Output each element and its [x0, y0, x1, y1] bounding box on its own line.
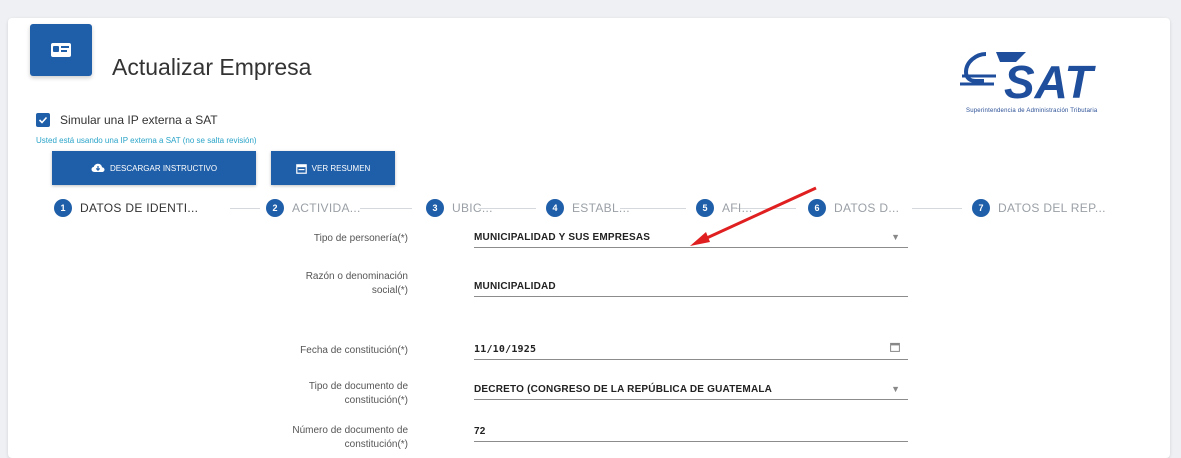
numero-documento-label: Número de documento de constitución(*): [292, 425, 408, 450]
step-label: DATOS DE IDENTI...: [80, 201, 199, 215]
tipo-personeria-value: MUNICIPALIDAD Y SUS EMPRESAS: [474, 232, 651, 243]
step-datos-identificacion[interactable]: 1 DATOS DE IDENTI...: [54, 193, 198, 223]
fecha-constitucion-value: 11/10/1925: [474, 344, 537, 355]
step-establecimiento[interactable]: 4 ESTABL...: [546, 193, 630, 223]
step-number: 2: [266, 199, 284, 217]
logo-subtitle: Superintendencia de Administración Tribu…: [966, 108, 1098, 114]
step-label: ACTIVIDA...: [292, 201, 361, 215]
step-label: ESTABL...: [572, 201, 630, 215]
razon-social-input[interactable]: MUNICIPALIDAD: [474, 273, 908, 297]
step-connector: [912, 208, 962, 209]
page-title: Actualizar Empresa: [112, 54, 312, 80]
dropdown-arrow-icon: ▼: [891, 232, 900, 242]
id-card-icon: [30, 24, 92, 76]
numero-documento-input[interactable]: 72: [474, 420, 908, 442]
checkbox-checked-icon[interactable]: [36, 113, 50, 127]
ver-resumen-button[interactable]: VER RESUMEN: [271, 151, 395, 185]
step-connector: [360, 208, 412, 209]
step-datos-representante[interactable]: 7 DATOS DEL REP...: [972, 193, 1106, 223]
cloud-download-icon: [91, 163, 105, 172]
stepper: 1 DATOS DE IDENTI... 2 ACTIVIDA... 3 UBI…: [8, 193, 1170, 223]
step-label: DATOS DEL REP...: [998, 201, 1106, 215]
row-tipo-documento: Tipo de documento de constitución(*) DEC…: [288, 378, 908, 422]
simulate-ip-label: Simular una IP externa a SAT: [60, 113, 218, 127]
step-actividad[interactable]: 2 ACTIVIDA...: [266, 193, 361, 223]
tipo-personeria-label: Tipo de personería(*): [313, 233, 408, 244]
step-label: DATOS D...: [834, 201, 900, 215]
main-card: Actualizar Empresa SAT Superintendencia …: [8, 18, 1170, 458]
fecha-constitucion-input[interactable]: 11/10/1925: [474, 338, 908, 360]
step-number: 4: [546, 199, 564, 217]
tipo-documento-label: Tipo de documento de constitución(*): [308, 381, 408, 406]
simulate-ip-checkbox[interactable]: Simular una IP externa a SAT: [36, 113, 218, 127]
step-ubicacion[interactable]: 3 UBIC...: [426, 193, 493, 223]
logo-text: SAT: [1004, 56, 1096, 108]
numero-documento-value: 72: [474, 426, 486, 437]
row-numero-documento: Número de documento de constitución(*) 7…: [288, 422, 908, 452]
sat-logo: SAT: [960, 52, 1096, 108]
descargar-instructivo-button[interactable]: DESCARGAR INSTRUCTIVO: [52, 151, 256, 185]
descargar-label: DESCARGAR INSTRUCTIVO: [109, 163, 218, 173]
tipo-documento-value: DECRETO (CONGRESO DE LA REPÚBLICA DE GUA…: [474, 384, 773, 395]
calendar-picker-icon[interactable]: [890, 342, 900, 354]
annotation-arrow-icon: [690, 186, 817, 246]
ip-notice: Usted está usando una IP externa a SAT (…: [36, 136, 257, 145]
step-number: 3: [426, 199, 444, 217]
step-number: 7: [972, 199, 990, 217]
resumen-label: VER RESUMEN: [311, 163, 371, 173]
razon-social-value: MUNICIPALIDAD: [474, 281, 556, 292]
tipo-documento-select[interactable]: DECRETO (CONGRESO DE LA REPÚBLICA DE GUA…: [474, 378, 908, 400]
step-label: UBIC...: [452, 201, 493, 215]
step-datos-d[interactable]: 6 DATOS D...: [808, 193, 899, 223]
step-connector: [620, 208, 686, 209]
row-razon-social: Razón o denominación social(*) MUNICIPAL…: [288, 268, 908, 312]
razon-social-label: Razón o denominación social(*): [305, 271, 408, 296]
step-connector: [230, 208, 260, 209]
row-fecha-constitucion: Fecha de constitución(*) 11/10/1925: [288, 336, 908, 366]
step-number: 1: [54, 199, 72, 217]
fecha-constitucion-label: Fecha de constitución(*): [300, 345, 408, 356]
calendar-icon: [295, 163, 307, 174]
dropdown-arrow-icon: ▼: [891, 384, 900, 394]
